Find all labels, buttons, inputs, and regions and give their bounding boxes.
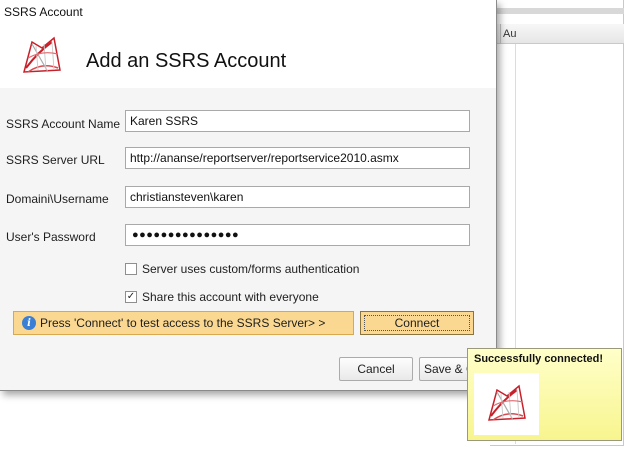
domain-username-label: Domaini\Username bbox=[6, 192, 109, 206]
password-masked-value: ●●●●●●●●●●●●●●● bbox=[132, 229, 240, 241]
password-label: User's Password bbox=[6, 230, 96, 244]
ssrs-account-dialog: SSRS Account Add an SSRS Account SSRS Ac… bbox=[0, 0, 497, 391]
ssrs-logo-icon bbox=[487, 384, 526, 421]
dialog-header: SSRS Account Add an SSRS Account bbox=[0, 0, 496, 88]
custom-auth-checkbox[interactable] bbox=[125, 263, 137, 275]
account-name-input[interactable] bbox=[125, 110, 470, 132]
share-account-checkbox-row[interactable]: ✓ Share this account with everyone bbox=[125, 290, 319, 304]
dialog-heading: Add an SSRS Account bbox=[86, 50, 287, 72]
connect-button-label: Connect bbox=[394, 316, 440, 330]
server-url-label: SSRS Server URL bbox=[6, 153, 105, 167]
password-input[interactable]: ●●●●●●●●●●●●●●● bbox=[125, 224, 470, 246]
ssrs-logo-icon bbox=[23, 36, 61, 73]
server-url-input[interactable] bbox=[125, 147, 470, 169]
background-grid-header: Au bbox=[490, 24, 624, 44]
domain-username-input[interactable] bbox=[125, 186, 470, 208]
share-account-label[interactable]: Share this account with everyone bbox=[142, 290, 319, 304]
background-toolbar-band bbox=[490, 8, 624, 14]
info-icon: i bbox=[22, 316, 36, 330]
share-account-checkbox[interactable]: ✓ bbox=[125, 291, 137, 303]
connection-success-toast: Successfully connected! bbox=[467, 348, 622, 441]
toast-icon-box bbox=[474, 373, 539, 435]
window-title: SSRS Account bbox=[4, 5, 83, 19]
custom-auth-checkbox-row[interactable]: Server uses custom/forms authentication bbox=[125, 262, 359, 276]
cancel-button[interactable]: Cancel bbox=[339, 357, 413, 381]
info-bar-text: Press 'Connect' to test access to the SS… bbox=[40, 316, 326, 330]
connect-button[interactable]: Connect bbox=[360, 311, 474, 335]
column-header-label[interactable]: Au bbox=[503, 28, 516, 40]
connect-info-bar: i Press 'Connect' to test access to the … bbox=[13, 311, 354, 335]
custom-auth-label[interactable]: Server uses custom/forms authentication bbox=[142, 262, 359, 276]
toast-title: Successfully connected! bbox=[474, 353, 603, 365]
account-name-label: SSRS Account Name bbox=[6, 117, 121, 131]
column-divider[interactable] bbox=[500, 24, 501, 44]
